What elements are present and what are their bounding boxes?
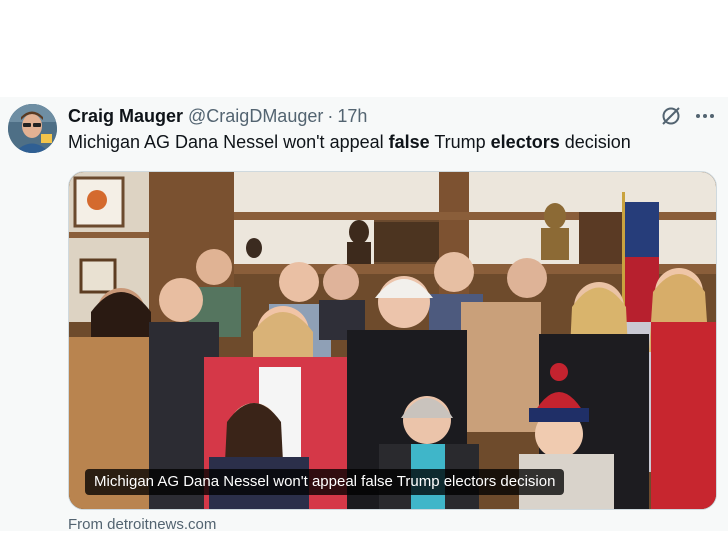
author-handle[interactable]: @CraigDMauger <box>188 106 323 127</box>
author-name[interactable]: Craig Mauger <box>68 106 183 127</box>
tweet-text-part: Michigan AG Dana Nessel won't appeal <box>68 132 389 152</box>
card-source-link[interactable]: From detroitnews.com <box>68 516 216 533</box>
tweet-container: Craig Mauger @CraigDMauger · 17h Michiga… <box>0 97 728 533</box>
more-options-button[interactable] <box>692 103 718 129</box>
tweet-text-part: Trump <box>429 132 491 152</box>
card-caption: Michigan AG Dana Nessel won't appeal fal… <box>85 469 565 495</box>
more-options-icon <box>696 114 714 118</box>
tweet-text-part: decision <box>559 132 631 152</box>
author-avatar[interactable] <box>8 104 57 153</box>
tweet-text-bold: electors <box>490 132 560 152</box>
group-photo-image <box>69 172 716 509</box>
tweet-text: Michigan AG Dana Nessel won't appeal fal… <box>68 132 631 153</box>
link-card[interactable]: Michigan AG Dana Nessel won't appeal fal… <box>68 171 717 510</box>
grok-icon <box>662 107 680 125</box>
tweet-timestamp[interactable]: 17h <box>337 106 367 127</box>
grok-button[interactable] <box>658 103 684 129</box>
separator-dot: · <box>327 105 334 126</box>
tweet-text-bold: false <box>388 132 430 152</box>
user-avatar-photo-icon <box>8 104 57 153</box>
tweet-header: Craig Mauger @CraigDMauger · 17h <box>68 105 367 127</box>
